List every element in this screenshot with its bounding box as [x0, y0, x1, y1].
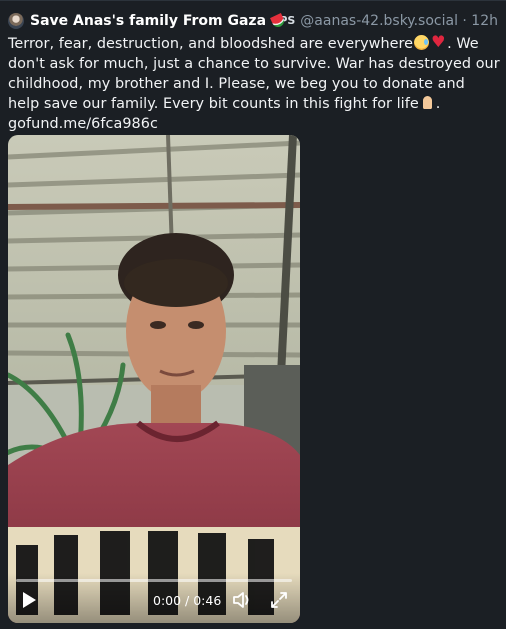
author-display-name[interactable]: Save Anas's family From Gaza: [30, 12, 266, 30]
post-header: Save Anas's family From Gaza PS @aanas-4…: [8, 10, 498, 32]
folded-hands-icon: [420, 95, 435, 110]
video-frame: [8, 135, 300, 623]
author-handle-and-time[interactable]: @aanas-42.bsky.social · 12h: [300, 12, 498, 30]
post-text-part: Terror, fear, destruction, and bloodshed…: [8, 36, 414, 52]
fullscreen-icon[interactable]: [270, 591, 288, 609]
watermelon-icon: [270, 13, 286, 29]
sad-face-icon: [414, 35, 430, 50]
video-player[interactable]: 0:00 / 0:46: [8, 135, 300, 623]
play-icon[interactable]: [20, 590, 38, 610]
post-card[interactable]: Save Anas's family From Gaza PS @aanas-4…: [0, 0, 506, 629]
volume-icon[interactable]: [232, 591, 252, 609]
video-time: 0:00 / 0:46: [153, 593, 222, 608]
video-progress-bar[interactable]: [16, 579, 292, 582]
video-controls: 0:00 / 0:46: [8, 573, 300, 623]
post-text: Terror, fear, destruction, and bloodshed…: [8, 32, 500, 134]
post-text-part: .: [435, 96, 441, 112]
donation-link[interactable]: gofund.me/6fca986c: [8, 116, 158, 132]
broken-heart-icon: [431, 32, 446, 52]
avatar[interactable]: [8, 13, 24, 29]
